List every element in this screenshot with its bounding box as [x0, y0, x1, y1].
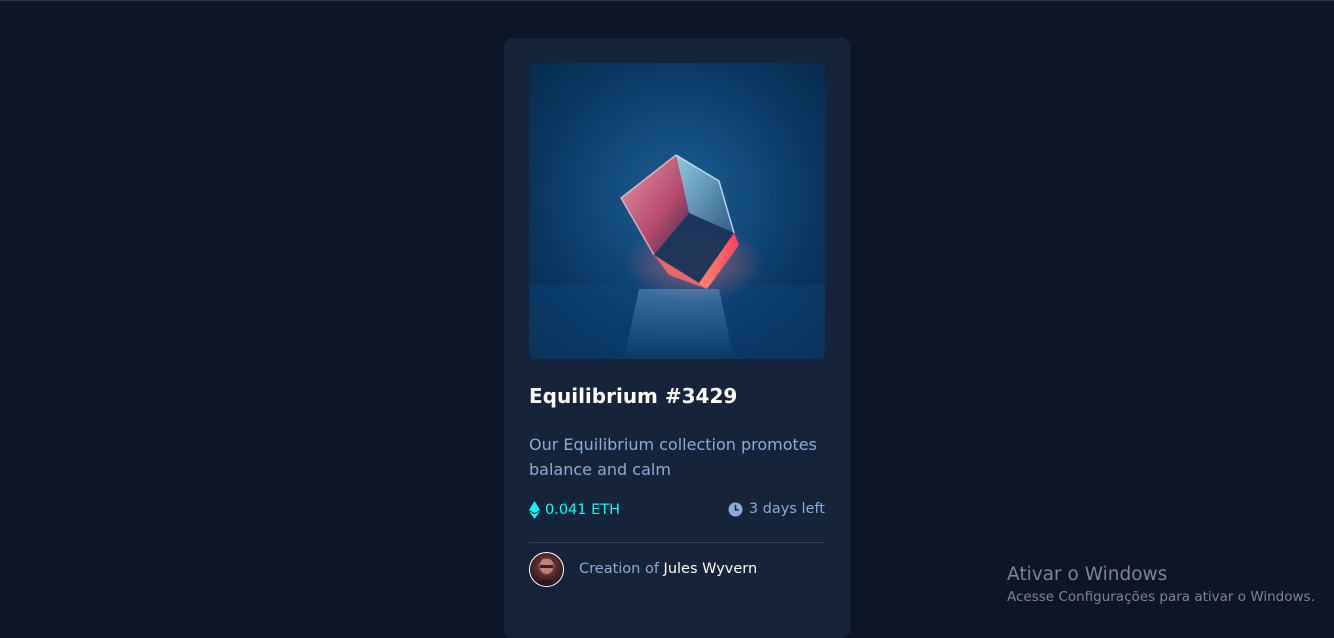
creator-avatar [529, 552, 564, 587]
creator-name-link[interactable]: Jules Wyvern [664, 561, 758, 577]
price-value: 0.041 ETH [545, 502, 621, 518]
window-top-border [0, 0, 1334, 1]
card-title[interactable]: Equilibrium #3429 [529, 384, 737, 408]
watermark-subtitle: Acesse Configurações para ativar o Windo… [1007, 589, 1315, 605]
creator-prefix: Creation of [579, 560, 659, 577]
price-info: 0.041 ETH [529, 501, 620, 519]
nft-card: Equilibrium #3429 Our Equilibrium collec… [504, 38, 850, 638]
creator-row: Creation of Jules Wyvern [529, 552, 757, 587]
card-description: Our Equilibrium collection promotes bala… [529, 435, 817, 479]
time-left-value: 3 days left [748, 501, 825, 517]
nft-image[interactable] [529, 63, 825, 359]
ethereum-icon [529, 501, 540, 519]
windows-activation-watermark: Ativar o Windows Acesse Configurações pa… [1007, 563, 1315, 606]
watermark-title: Ativar o Windows [1007, 564, 1168, 585]
card-divider [529, 542, 825, 543]
creator-text: Creation of Jules Wyvern [579, 561, 757, 577]
time-left-info: 3 days left [728, 501, 825, 517]
clock-icon [728, 502, 743, 517]
